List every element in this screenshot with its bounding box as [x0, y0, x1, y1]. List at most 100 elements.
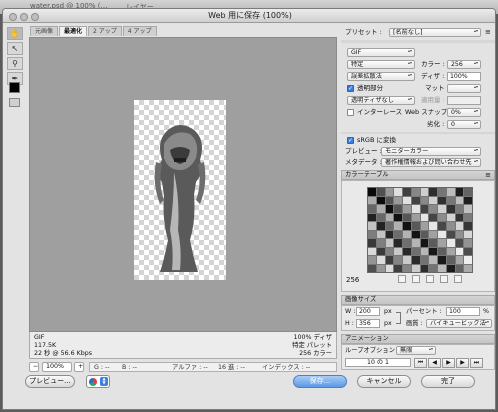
- color-swatch[interactable]: [429, 264, 437, 272]
- color-swatch[interactable]: [446, 213, 455, 221]
- previous-frame-icon[interactable]: ◀: [428, 358, 441, 368]
- tab-4-up[interactable]: 4 アップ: [122, 26, 157, 36]
- color-swatch[interactable]: [411, 196, 420, 204]
- color-swatch[interactable]: [376, 256, 385, 264]
- color-swatch[interactable]: [420, 196, 429, 204]
- minimize-icon[interactable]: [20, 13, 28, 21]
- color-swatch[interactable]: [420, 247, 429, 255]
- color-swatch[interactable]: [411, 256, 420, 264]
- color-swatch[interactable]: [455, 213, 464, 221]
- color-swatch[interactable]: [464, 188, 472, 196]
- color-swatch[interactable]: [394, 222, 402, 230]
- eyedropper-color-swatch[interactable]: [9, 82, 20, 93]
- color-swatch[interactable]: [368, 239, 376, 247]
- toggle-slice-visibility-icon[interactable]: [9, 98, 20, 107]
- width-field[interactable]: 200: [356, 307, 380, 316]
- color-swatch[interactable]: [420, 230, 429, 238]
- color-swatch[interactable]: [411, 247, 420, 255]
- close-icon[interactable]: [9, 13, 17, 21]
- color-swatch[interactable]: [411, 230, 420, 238]
- next-frame-icon[interactable]: ▶: [456, 358, 469, 368]
- color-swatch[interactable]: [464, 264, 472, 272]
- map-color-icon[interactable]: [398, 275, 406, 283]
- color-swatch[interactable]: [429, 230, 437, 238]
- zoom-icon[interactable]: [31, 13, 39, 21]
- zoom-level-field[interactable]: 100%: [42, 362, 72, 372]
- color-swatch[interactable]: [420, 222, 429, 230]
- color-swatch[interactable]: [420, 205, 429, 213]
- preview-mode-select[interactable]: モニターカラー: [381, 147, 481, 156]
- color-swatch[interactable]: [376, 205, 385, 213]
- color-swatch-grid[interactable]: [367, 187, 473, 273]
- color-swatch[interactable]: [403, 188, 411, 196]
- color-swatch[interactable]: [394, 230, 402, 238]
- percent-field[interactable]: 100: [446, 307, 480, 316]
- color-swatch[interactable]: [394, 213, 402, 221]
- color-swatch[interactable]: [438, 264, 446, 272]
- color-swatch[interactable]: [376, 222, 385, 230]
- color-swatch[interactable]: [385, 230, 394, 238]
- preview-button[interactable]: プレビュー...: [25, 375, 75, 388]
- color-swatch[interactable]: [403, 196, 411, 204]
- preview-canvas[interactable]: [29, 37, 337, 332]
- color-swatch[interactable]: [385, 256, 394, 264]
- websnap-select[interactable]: 0%: [447, 108, 481, 117]
- color-swatch[interactable]: [411, 213, 420, 221]
- color-swatch[interactable]: [438, 239, 446, 247]
- color-swatch[interactable]: [464, 230, 472, 238]
- interlace-checkbox[interactable]: [347, 109, 354, 116]
- color-swatch[interactable]: [455, 264, 464, 272]
- color-swatch[interactable]: [464, 213, 472, 221]
- color-swatch[interactable]: [411, 239, 420, 247]
- color-swatch[interactable]: [446, 264, 455, 272]
- color-swatch[interactable]: [464, 205, 472, 213]
- color-swatch[interactable]: [385, 188, 394, 196]
- color-swatch[interactable]: [446, 205, 455, 213]
- slice-select-tool-icon[interactable]: ↖: [7, 42, 23, 55]
- color-swatch[interactable]: [446, 196, 455, 204]
- color-swatch[interactable]: [411, 205, 420, 213]
- color-swatch[interactable]: [455, 230, 464, 238]
- color-swatch[interactable]: [464, 256, 472, 264]
- metadata-select[interactable]: 著作権情報および問い合わせ先: [381, 158, 481, 167]
- lossy-select[interactable]: 0: [447, 120, 481, 129]
- color-swatch[interactable]: [455, 205, 464, 213]
- color-swatch[interactable]: [394, 196, 402, 204]
- color-swatch[interactable]: [368, 256, 376, 264]
- color-swatch[interactable]: [368, 247, 376, 255]
- color-swatch[interactable]: [376, 264, 385, 272]
- color-swatch[interactable]: [446, 222, 455, 230]
- color-swatch[interactable]: [368, 213, 376, 221]
- cancel-button[interactable]: キャンセル: [357, 375, 411, 388]
- color-swatch[interactable]: [455, 239, 464, 247]
- color-swatch[interactable]: [438, 222, 446, 230]
- color-swatch[interactable]: [403, 213, 411, 221]
- color-swatch[interactable]: [385, 205, 394, 213]
- color-swatch[interactable]: [429, 205, 437, 213]
- dither-algorithm-select[interactable]: 誤差拡散法: [347, 72, 415, 81]
- panel-menu-icon[interactable]: ≡: [485, 27, 491, 38]
- color-swatch[interactable]: [411, 222, 420, 230]
- color-swatch[interactable]: [385, 264, 394, 272]
- color-swatch[interactable]: [455, 196, 464, 204]
- color-swatch[interactable]: [420, 188, 429, 196]
- color-swatch[interactable]: [385, 222, 394, 230]
- color-swatch[interactable]: [403, 222, 411, 230]
- color-swatch[interactable]: [464, 239, 472, 247]
- color-swatch[interactable]: [455, 256, 464, 264]
- color-swatch[interactable]: [411, 188, 420, 196]
- color-swatch[interactable]: [376, 188, 385, 196]
- color-swatch[interactable]: [429, 239, 437, 247]
- save-button[interactable]: 保存...: [293, 375, 347, 388]
- color-swatch[interactable]: [429, 247, 437, 255]
- color-swatch[interactable]: [385, 247, 394, 255]
- first-frame-icon[interactable]: ⏮: [414, 358, 427, 368]
- format-select[interactable]: GIF: [347, 48, 415, 57]
- color-swatch[interactable]: [446, 230, 455, 238]
- color-swatch[interactable]: [455, 188, 464, 196]
- color-swatch[interactable]: [394, 256, 402, 264]
- trash-icon[interactable]: [454, 275, 462, 283]
- color-swatch[interactable]: [429, 196, 437, 204]
- color-swatch[interactable]: [403, 239, 411, 247]
- color-swatch[interactable]: [376, 239, 385, 247]
